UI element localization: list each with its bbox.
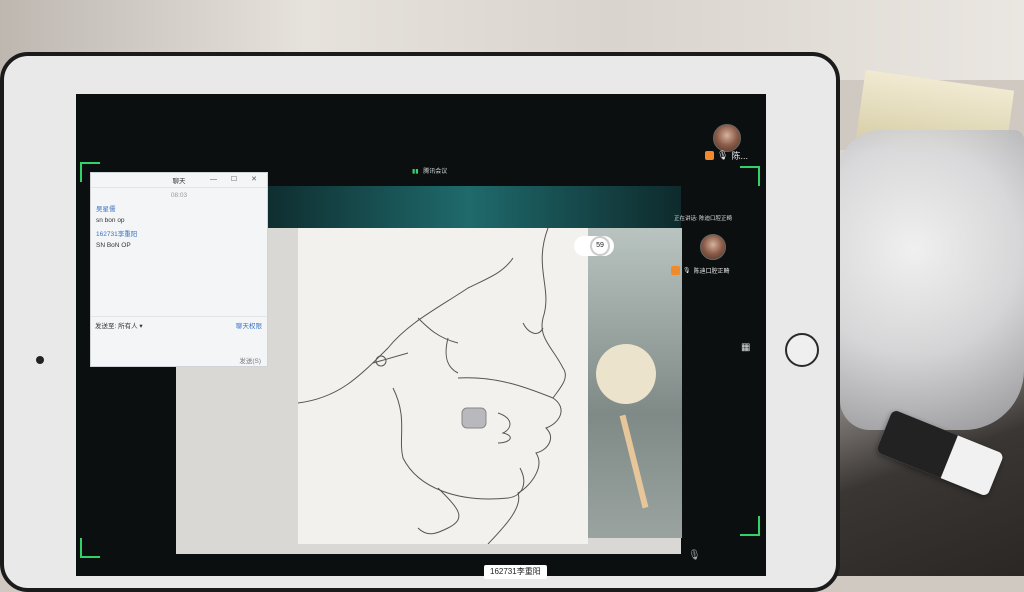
host-badge-icon — [705, 151, 714, 160]
chat-message: sn bon op — [96, 217, 125, 224]
zoom-value: 59 — [590, 236, 610, 256]
chat-time: 08:03 — [170, 192, 188, 199]
corner-bracket-tr — [740, 166, 760, 186]
chat-title: 聊天 — [172, 178, 186, 185]
signal-icon: ▮▮ — [412, 169, 419, 175]
chat-message: SN BoN OP — [96, 242, 131, 249]
meeting-title: ▮▮ 腾讯会议 — [412, 169, 448, 175]
mic-icon: 🎙 — [683, 268, 691, 274]
chat-titlebar[interactable]: 聊天 — ☐ ✕ — [91, 173, 267, 188]
cephalometric-drawing — [297, 227, 588, 545]
corner-bracket-bl — [80, 538, 100, 558]
host-badge-icon — [671, 266, 680, 275]
participant-label: 🎙 陈... — [705, 149, 748, 162]
tracing-svg — [297, 227, 566, 545]
send-button[interactable]: 发送(S) — [239, 355, 261, 365]
participant-avatar[interactable] — [713, 124, 741, 152]
corner-bracket-br — [740, 516, 760, 536]
participant-label-2: 🎙 陈迪口腔正畸 — [671, 266, 730, 275]
grid-icon[interactable]: ▦ — [741, 342, 750, 353]
photo-object — [596, 344, 656, 404]
speaker-name-tag: 162731李重阳 — [484, 565, 547, 579]
participant-avatar-2[interactable] — [700, 234, 726, 260]
mic-icon[interactable]: 🎙 — [688, 550, 701, 561]
chat-message: 162731李重阳 — [96, 231, 138, 238]
send-to[interactable]: 发送至: 所有人 ▾ — [95, 320, 143, 330]
window-controls[interactable]: — ☐ ✕ — [210, 175, 263, 183]
chat-permission-button[interactable]: 聊天权限 — [236, 320, 262, 330]
shared-banner — [256, 186, 681, 228]
speaking-indicator: 正在讲话: 陈迪口腔正畸 — [674, 216, 733, 222]
plastic-bag — [840, 130, 1024, 430]
chat-compose[interactable]: 发送至: 所有人 ▾ 聊天权限 发送(S) — [91, 316, 267, 369]
home-button[interactable] — [785, 333, 819, 367]
mic-icon: 🎙 — [717, 150, 729, 160]
front-camera — [36, 356, 44, 364]
chat-window: 聊天 — ☐ ✕ 08:03 吴星儒 sn bon op 162731李重阳 S… — [90, 172, 268, 367]
zoom-indicator[interactable]: 59 — [574, 236, 614, 256]
chat-message: 吴星儒 — [96, 206, 116, 213]
